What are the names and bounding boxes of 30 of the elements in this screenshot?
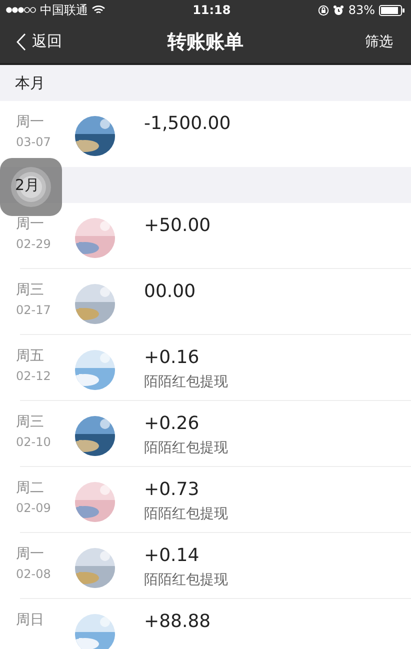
back-chevron-icon <box>16 32 26 50</box>
battery-icon <box>379 4 405 16</box>
amount: -1,500.00 <box>144 113 231 134</box>
filter-button[interactable]: 筛选 <box>365 32 393 50</box>
amount: +0.14 <box>144 545 200 566</box>
date: 03-07 <box>16 135 52 149</box>
page-title: 转账账单 <box>168 30 244 52</box>
signal-icon <box>6 7 36 13</box>
amount: +88.88 <box>144 611 211 632</box>
weekday: 周日 <box>16 611 45 629</box>
clock-time: 11:18 <box>192 3 231 17</box>
battery-percent: 83% <box>348 3 375 17</box>
description: 陌陌红包提现 <box>144 505 228 523</box>
description: 陌陌红包提现 <box>144 571 228 589</box>
amount: +0.73 <box>144 479 200 500</box>
rotation-lock-icon <box>318 4 330 16</box>
wifi-icon <box>92 5 105 15</box>
alarm-icon <box>333 4 344 16</box>
assistive-touch-button[interactable] <box>0 158 62 216</box>
amount: +0.16 <box>144 347 200 368</box>
back-button[interactable]: 返回 <box>16 32 62 51</box>
month-header: 本月 <box>15 74 45 92</box>
amount: 00.00 <box>144 281 196 302</box>
amount: +0.26 <box>144 413 200 434</box>
amount: +50.00 <box>144 215 211 236</box>
description: 陌陌红包提现 <box>144 373 228 391</box>
weekday: 周一 <box>16 113 45 131</box>
description: 陌陌红包提现 <box>144 439 228 457</box>
month-header: 2月 <box>15 176 40 194</box>
carrier-name: 中国联通 <box>40 2 88 18</box>
